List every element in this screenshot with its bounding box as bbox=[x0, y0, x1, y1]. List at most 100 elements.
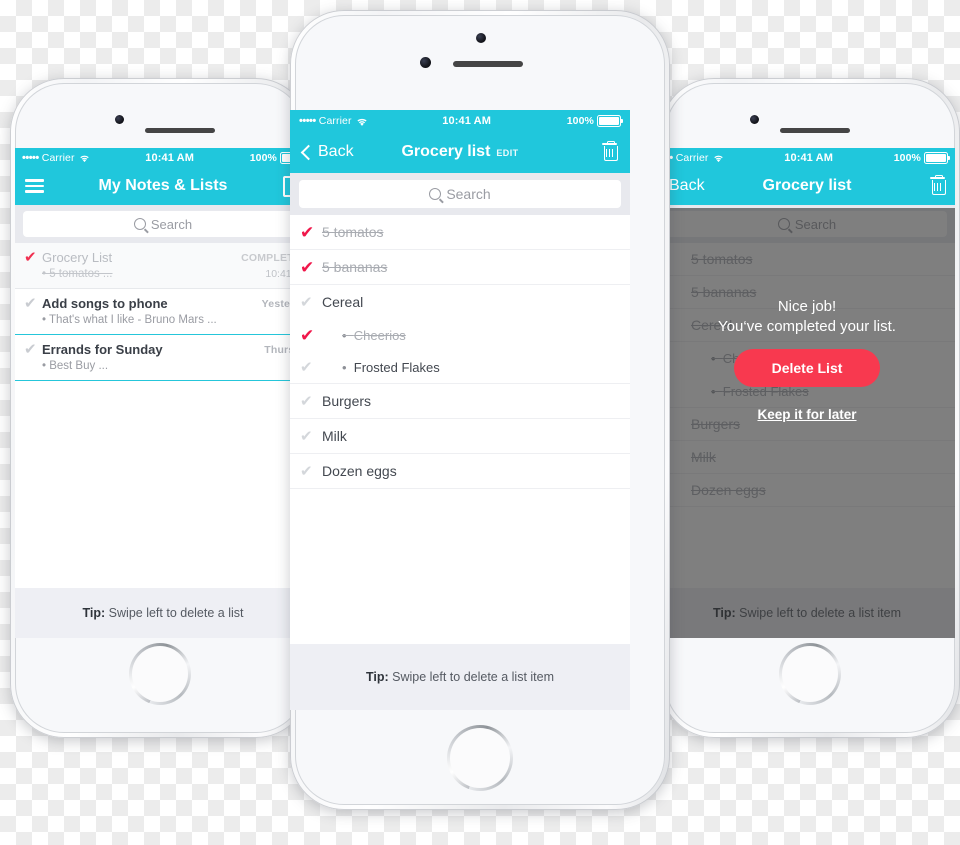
wifi-icon bbox=[713, 154, 724, 163]
status-right-group: 100% bbox=[566, 115, 623, 127]
note-title: Errands for Sunday bbox=[42, 342, 163, 357]
battery-full-icon bbox=[597, 115, 623, 127]
edit-button[interactable]: EDIT bbox=[496, 148, 518, 158]
screen-left: ••••• Carrier 10:41 AM 100% My Notes & L… bbox=[15, 148, 310, 638]
phone-right: •• Carrier 10:41 AM 100% Back Grocery li… bbox=[660, 78, 960, 738]
carrier-label: Carrier bbox=[41, 152, 75, 164]
list-item[interactable]: ✔ Cereal bbox=[290, 285, 630, 320]
checkmark-icon[interactable]: ✔ bbox=[300, 327, 322, 344]
note-head: ✔ Grocery List COMPLETE bbox=[24, 250, 301, 265]
checkmark-icon[interactable]: ✔ bbox=[24, 296, 42, 311]
item-label: Burgers bbox=[322, 393, 372, 409]
signal-dots-icon: ••••• bbox=[299, 115, 316, 127]
trash-icon[interactable] bbox=[602, 140, 618, 161]
tip-text: Swipe left to delete a list item bbox=[388, 670, 555, 684]
phone-center: ••••• Carrier 10:41 AM 100% Back Grocery… bbox=[290, 10, 670, 810]
search-bar-center: Search bbox=[290, 173, 630, 215]
status-left-group: •• Carrier bbox=[666, 152, 724, 164]
checkmark-icon[interactable]: ✔ bbox=[300, 259, 322, 276]
battery-percent-label: 100% bbox=[566, 115, 594, 127]
screen-right: •• Carrier 10:41 AM 100% Back Grocery li… bbox=[660, 148, 955, 638]
front-camera-icon bbox=[420, 57, 431, 68]
item-label: Cereal bbox=[322, 294, 364, 310]
tip-label: Tip: bbox=[82, 606, 106, 620]
tip-text: Swipe left to delete a list bbox=[105, 606, 244, 620]
tip-label: Tip: bbox=[365, 670, 389, 684]
phone-left: ••••• Carrier 10:41 AM 100% My Notes & L… bbox=[10, 78, 310, 738]
item-label: Frosted Flakes bbox=[322, 360, 440, 375]
list-item[interactable]: ✔ Dozen eggs bbox=[290, 454, 630, 489]
modal-overlay[interactable] bbox=[660, 208, 955, 638]
front-camera-icon bbox=[750, 115, 759, 124]
checkmark-icon[interactable]: ✔ bbox=[24, 250, 42, 265]
back-label: Back bbox=[318, 143, 354, 160]
status-bar-center: ••••• Carrier 10:41 AM 100% bbox=[290, 110, 630, 131]
item-label: Cheerios bbox=[322, 328, 406, 343]
search-placeholder: Search bbox=[446, 186, 491, 202]
search-input[interactable]: Search bbox=[23, 211, 303, 237]
search-input[interactable]: Search bbox=[299, 180, 621, 208]
list-item[interactable]: ✔ Grocery List COMPLETE • 5 tomatos ... … bbox=[15, 243, 310, 289]
checkmark-icon[interactable]: ✔ bbox=[300, 429, 322, 444]
list-item[interactable]: ✔ Errands for Sunday Thursd • Best Buy .… bbox=[15, 335, 310, 381]
status-left-group: ••••• Carrier bbox=[22, 152, 90, 164]
note-title: Grocery List bbox=[42, 250, 113, 265]
home-button-right[interactable] bbox=[779, 643, 841, 705]
search-bar-left: Search bbox=[15, 205, 310, 243]
search-icon bbox=[133, 218, 146, 230]
status-bar-right: •• Carrier 10:41 AM 100% bbox=[660, 148, 955, 167]
list-item[interactable]: ✔ 5 bananas bbox=[290, 250, 630, 285]
page-title: Grocery list bbox=[401, 143, 491, 160]
status-left-group: ••••• Carrier bbox=[299, 115, 367, 127]
note-subtitle: • Best Buy ... bbox=[42, 360, 109, 372]
list-item[interactable]: ✔ Milk bbox=[290, 419, 630, 454]
notes-list: ✔ Grocery List COMPLETE • 5 tomatos ... … bbox=[15, 243, 310, 588]
wifi-icon bbox=[356, 117, 367, 126]
modal-subtitle: You‘ve completed your list. bbox=[718, 318, 896, 335]
back-button[interactable]: Back bbox=[669, 177, 705, 195]
checkmark-icon[interactable]: ✔ bbox=[24, 342, 42, 357]
status-bar-left: ••••• Carrier 10:41 AM 100% bbox=[15, 148, 310, 167]
list-item[interactable]: ✔ Burgers bbox=[290, 384, 630, 419]
note-head: ✔ Errands for Sunday Thursd bbox=[24, 342, 301, 357]
earpiece-speaker bbox=[780, 128, 850, 133]
note-title: Add songs to phone bbox=[42, 296, 168, 311]
item-label: 5 tomatos bbox=[322, 224, 384, 240]
earpiece-speaker bbox=[453, 61, 523, 67]
trash-icon[interactable] bbox=[930, 174, 946, 195]
home-button-center[interactable] bbox=[447, 725, 513, 791]
screen-center: ••••• Carrier 10:41 AM 100% Back Grocery… bbox=[290, 110, 630, 710]
list-item[interactable]: ✔ Add songs to phone Yesterd • That's wh… bbox=[15, 289, 310, 335]
grocery-items-list: ✔ 5 tomatos ✔ 5 bananas ✔ Cereal ✔ Cheer… bbox=[290, 215, 630, 644]
home-button-left[interactable] bbox=[129, 643, 191, 705]
wifi-icon bbox=[79, 154, 90, 163]
checkmark-icon[interactable]: ✔ bbox=[300, 295, 322, 310]
battery-percent-label: 100% bbox=[249, 152, 277, 164]
delete-list-button[interactable]: Delete List bbox=[733, 349, 881, 387]
nav-bar-right: Back Grocery list bbox=[660, 167, 955, 205]
keep-it-for-later-link[interactable]: Keep it for later bbox=[757, 407, 856, 422]
note-subtitle: • That's what I like - Bruno Mars ... bbox=[42, 314, 217, 326]
item-label: 5 bananas bbox=[322, 259, 388, 275]
checkmark-icon[interactable]: ✔ bbox=[300, 394, 322, 409]
list-item[interactable]: ✔ Cheerios bbox=[290, 320, 630, 352]
list-item[interactable]: ✔ Frosted Flakes bbox=[290, 352, 630, 384]
checkmark-icon[interactable]: ✔ bbox=[300, 224, 322, 241]
item-label: Milk bbox=[322, 428, 347, 444]
note-subtitle-row: • That's what I like - Bruno Mars ... bbox=[42, 314, 301, 326]
note-head: ✔ Add songs to phone Yesterd bbox=[24, 296, 301, 311]
signal-dots-icon: ••••• bbox=[22, 152, 39, 164]
search-placeholder: Search bbox=[150, 216, 193, 232]
note-subtitle-row: • Best Buy ... bbox=[42, 360, 301, 372]
checkmark-icon[interactable]: ✔ bbox=[300, 464, 322, 479]
hamburger-menu-icon[interactable] bbox=[25, 176, 44, 196]
tip-footer: Tip: Swipe left to delete a list item bbox=[290, 644, 630, 710]
proximity-sensor-icon bbox=[476, 33, 486, 43]
battery-full-icon bbox=[924, 152, 950, 164]
status-right-group: 100% bbox=[894, 152, 950, 164]
completion-modal: Nice job! You‘ve completed your list. De… bbox=[660, 298, 955, 422]
checkmark-icon[interactable]: ✔ bbox=[300, 360, 322, 375]
back-button[interactable]: Back bbox=[300, 143, 354, 161]
search-icon bbox=[429, 188, 442, 200]
list-item[interactable]: ✔ 5 tomatos bbox=[290, 215, 630, 250]
